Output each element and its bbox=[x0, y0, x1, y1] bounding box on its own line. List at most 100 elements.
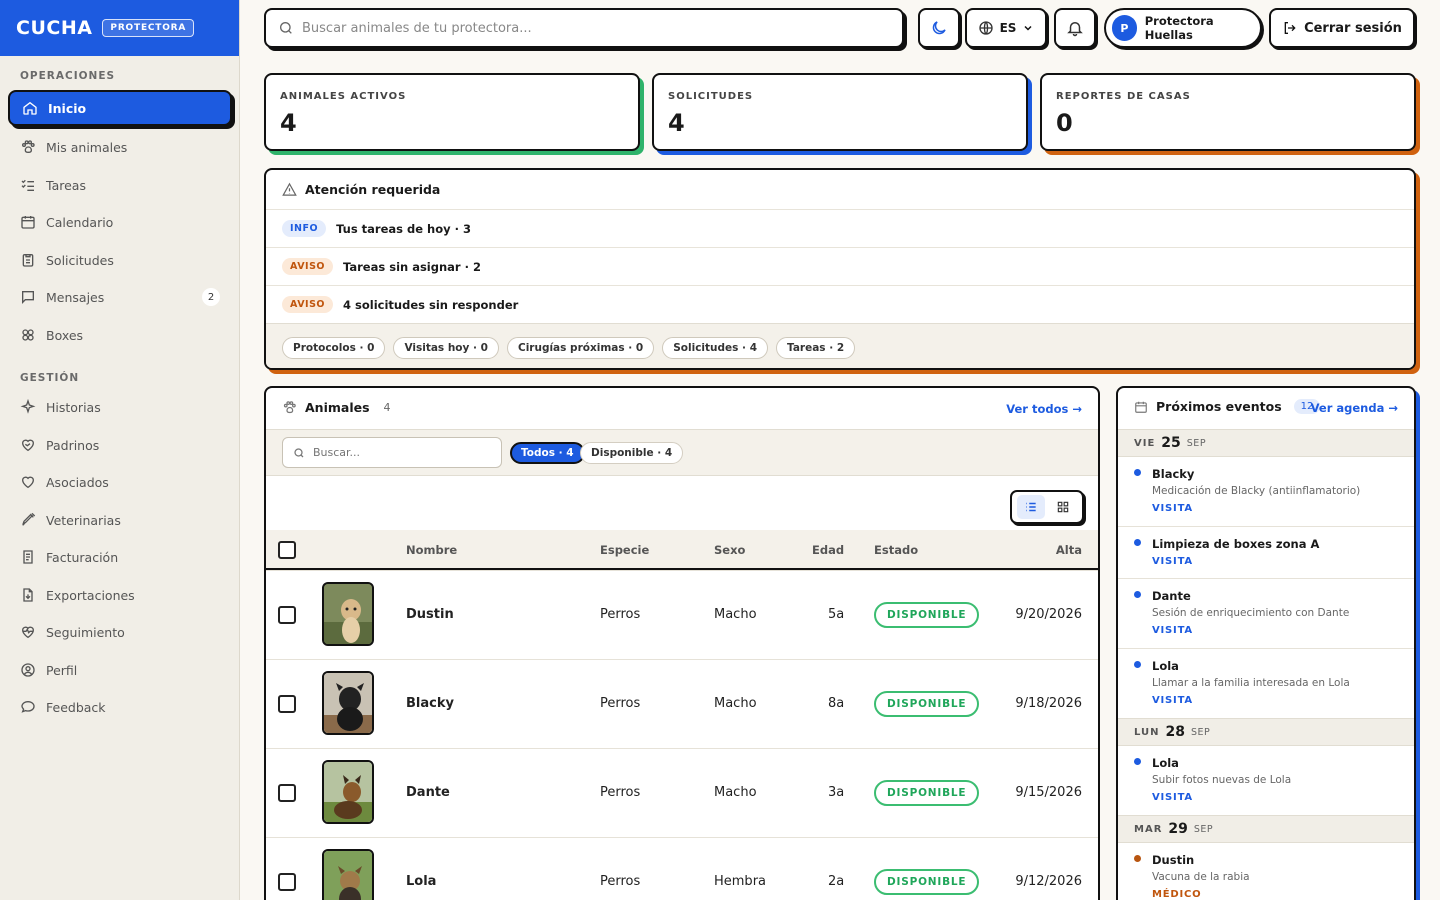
list-view-button[interactable] bbox=[1017, 495, 1045, 519]
animals-search[interactable] bbox=[282, 437, 502, 468]
event-item[interactable]: Blacky Medicación de Blacky (antiinflama… bbox=[1118, 457, 1414, 527]
alert-row[interactable]: AVISO Tareas sin asignar · 2 bbox=[266, 247, 1414, 285]
event-item[interactable]: Lola Subir fotos nuevas de Lola VISITA bbox=[1118, 746, 1414, 816]
select-all-checkbox[interactable] bbox=[278, 541, 296, 559]
row-checkbox[interactable] bbox=[278, 784, 296, 802]
sidebar-item-solicitudes[interactable]: Solicitudes bbox=[8, 242, 232, 278]
sidebar-item-label: Historias bbox=[46, 399, 101, 415]
sidebar-item-feedback[interactable]: Feedback bbox=[8, 689, 232, 725]
table-row[interactable]: Blacky Perros Macho 8a DISPONIBLE 9/18/2… bbox=[266, 659, 1098, 748]
nav-section-operaciones: OPERACIONES bbox=[20, 70, 116, 82]
grid-view-button[interactable] bbox=[1049, 495, 1077, 519]
brand[interactable]: CUCHA PROTECTORA bbox=[0, 0, 239, 56]
animal-name[interactable]: Dante bbox=[406, 785, 450, 800]
sidebar-item-calendario[interactable]: Calendario bbox=[8, 204, 232, 240]
row-checkbox[interactable] bbox=[278, 873, 296, 891]
theme-toggle-button[interactable] bbox=[918, 8, 960, 48]
sidebar-item-exportaciones[interactable]: Exportaciones bbox=[8, 577, 232, 613]
event-dot bbox=[1134, 591, 1141, 598]
table-row[interactable]: Lola Perros Hembra 2a DISPONIBLE 9/12/20… bbox=[266, 837, 1098, 900]
chip-tareas[interactable]: Tareas · 2 bbox=[776, 337, 856, 359]
animal-sex: Hembra bbox=[714, 874, 766, 889]
heart-handshake-icon bbox=[21, 439, 35, 452]
event-item[interactable]: Limpieza de boxes zona A VISITA bbox=[1118, 527, 1414, 579]
global-search[interactable] bbox=[264, 8, 904, 48]
animal-sex: Macho bbox=[714, 696, 757, 711]
col-edad[interactable]: Edad bbox=[812, 530, 844, 570]
sidebar-item-seguimiento[interactable]: Seguimiento bbox=[8, 614, 232, 650]
chip-solicitudes[interactable]: Solicitudes · 4 bbox=[662, 337, 769, 359]
col-nombre[interactable]: Nombre bbox=[406, 530, 457, 570]
sidebar-item-facturacion[interactable]: Facturación bbox=[8, 539, 232, 575]
animals-search-input[interactable] bbox=[313, 446, 483, 459]
stat-card-solicitudes[interactable]: SOLICITUDES 4 bbox=[652, 73, 1028, 151]
sidebar-item-label: Inicio bbox=[48, 100, 87, 116]
event-item[interactable]: Dustin Vacuna de la rabia MÉDICO bbox=[1118, 843, 1414, 900]
heart-pulse-icon bbox=[21, 626, 35, 639]
search-input[interactable] bbox=[302, 20, 902, 36]
table-row[interactable]: Dustin Perros Macho 5a DISPONIBLE 9/20/2… bbox=[266, 570, 1098, 659]
chip-protocolos[interactable]: Protocolos · 0 bbox=[282, 337, 386, 359]
row-checkbox[interactable] bbox=[278, 606, 296, 624]
animals-filter-bar: Todos · 4 Disponible · 4 bbox=[266, 429, 1098, 476]
sidebar-item-veterinarias[interactable]: Veterinarias bbox=[8, 502, 232, 538]
event-title: Limpieza de boxes zona A bbox=[1152, 537, 1320, 551]
sidebar-item-mensajes[interactable]: Mensajes 2 bbox=[8, 279, 232, 315]
stat-card-animales-activos[interactable]: ANIMALES ACTIVOS 4 bbox=[264, 73, 640, 151]
sidebar-item-inicio[interactable]: Inicio bbox=[8, 90, 232, 126]
stat-card-reportes-casas[interactable]: REPORTES DE CASAS 0 bbox=[1040, 73, 1416, 151]
animal-name[interactable]: Blacky bbox=[406, 696, 454, 711]
event-date-header: VIE 25 SEP bbox=[1118, 429, 1414, 457]
view-toggle bbox=[1010, 490, 1084, 524]
chip-cirugias[interactable]: Cirugías próximas · 0 bbox=[506, 337, 655, 359]
animal-name[interactable]: Lola bbox=[406, 874, 436, 889]
table-row[interactable]: Dante Perros Macho 3a DISPONIBLE 9/15/20… bbox=[266, 748, 1098, 837]
notifications-button[interactable] bbox=[1054, 8, 1096, 48]
event-month: SEP bbox=[1191, 726, 1211, 738]
see-agenda-link[interactable]: Ver agenda → bbox=[1311, 401, 1398, 415]
sidebar-item-tareas[interactable]: Tareas bbox=[8, 167, 232, 203]
animal-age: 2a bbox=[828, 874, 845, 889]
sidebar-item-perfil[interactable]: Perfil bbox=[8, 652, 232, 688]
event-dow: LUN bbox=[1134, 726, 1160, 738]
animal-photo bbox=[322, 671, 374, 735]
status-badge: DISPONIBLE bbox=[874, 869, 980, 895]
col-alta[interactable]: Alta bbox=[1056, 530, 1082, 570]
chip-visitas-hoy[interactable]: Visitas hoy · 0 bbox=[393, 337, 499, 359]
animal-name[interactable]: Dustin bbox=[406, 607, 454, 622]
event-item[interactable]: Dante Sesión de enriquecimiento con Dant… bbox=[1118, 579, 1414, 649]
alert-row[interactable]: INFO Tus tareas de hoy · 3 bbox=[266, 209, 1414, 247]
alert-row[interactable]: AVISO 4 solicitudes sin responder bbox=[266, 285, 1414, 323]
table-header: Nombre Especie Sexo Edad Estado Alta bbox=[266, 530, 1098, 570]
user-menu-button[interactable]: P Protectora Huellas bbox=[1104, 8, 1262, 48]
sidebar-item-mis-animales[interactable]: Mis animales bbox=[8, 129, 232, 165]
event-dot bbox=[1134, 661, 1141, 668]
event-item[interactable]: Lola Llamar a la familia interesada en L… bbox=[1118, 649, 1414, 719]
event-title: Dante bbox=[1152, 589, 1191, 603]
chat-icon bbox=[21, 700, 35, 713]
see-all-link[interactable]: Ver todos → bbox=[1006, 402, 1082, 416]
logout-button[interactable]: Cerrar sesión bbox=[1269, 8, 1415, 48]
event-type: VISITA bbox=[1152, 792, 1193, 803]
grid-icon bbox=[1057, 501, 1069, 513]
col-estado[interactable]: Estado bbox=[874, 530, 918, 570]
tasks-icon bbox=[21, 179, 34, 191]
user-name: Protectora Huellas bbox=[1144, 14, 1214, 42]
sidebar-item-asociados[interactable]: Asociados bbox=[8, 464, 232, 500]
calendar-icon bbox=[21, 216, 35, 229]
animal-age: 3a bbox=[828, 785, 845, 800]
logout-icon bbox=[1284, 22, 1296, 34]
sidebar-item-boxes[interactable]: Boxes bbox=[8, 317, 232, 353]
animals-title: Animales bbox=[305, 400, 370, 415]
filter-todos[interactable]: Todos · 4 bbox=[510, 442, 585, 464]
event-title: Dustin bbox=[1152, 853, 1195, 867]
col-sexo[interactable]: Sexo bbox=[714, 530, 745, 570]
sidebar-item-padrinos[interactable]: Padrinos bbox=[8, 427, 232, 463]
animal-date: 9/18/2026 bbox=[1015, 696, 1082, 711]
filter-disponible[interactable]: Disponible · 4 bbox=[580, 442, 684, 464]
sidebar-item-historias[interactable]: Historias bbox=[8, 389, 232, 425]
col-especie[interactable]: Especie bbox=[600, 530, 649, 570]
event-type: MÉDICO bbox=[1152, 889, 1202, 900]
language-selector[interactable]: ES bbox=[965, 8, 1047, 48]
row-checkbox[interactable] bbox=[278, 695, 296, 713]
